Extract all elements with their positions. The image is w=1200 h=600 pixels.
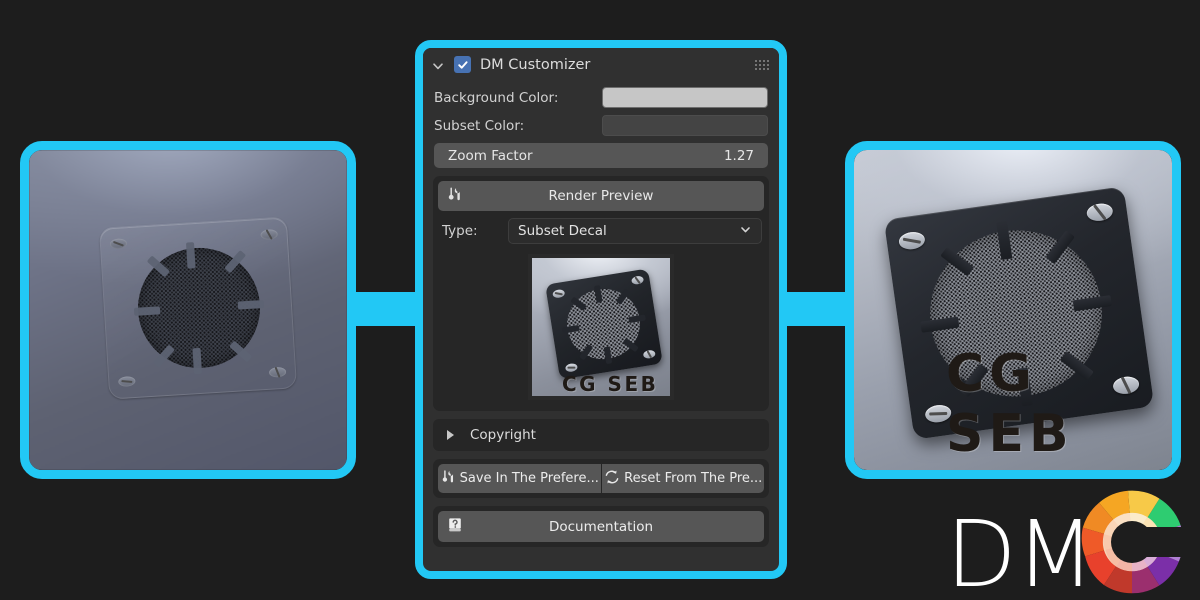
preview-thumbnail-wrap: CG SEB [438, 244, 764, 406]
copyright-section-header[interactable]: Copyright [433, 419, 769, 451]
right-preview-caption: CG SEB [946, 344, 1172, 464]
enable-checkbox[interactable] [454, 56, 471, 73]
type-dropdown[interactable]: Subset Decal [508, 218, 762, 244]
left-preview-panel[interactable] [20, 141, 356, 479]
documentation-box: Documentation [433, 506, 769, 547]
left-decal-plate [99, 216, 297, 399]
type-dropdown-value: Subset Decal [518, 223, 607, 239]
chevron-down-icon [739, 223, 752, 240]
background-color-swatch[interactable] [602, 87, 768, 108]
page-title: DM Customizer [480, 57, 746, 73]
subset-color-swatch[interactable] [602, 115, 768, 136]
color-wheel-c-icon [1078, 488, 1186, 596]
zoom-factor-label: Zoom Factor [448, 148, 533, 164]
reset-from-preferences-button[interactable]: Reset From The Pre... [602, 464, 765, 493]
preview-thumbnail[interactable]: CG SEB [528, 254, 674, 400]
documentation-label: Documentation [438, 519, 764, 535]
zoom-factor-slider[interactable]: Zoom Factor 1.27 [434, 143, 768, 168]
screenshot-root: CG SEB DM Customizer [0, 0, 1200, 600]
connector-left [347, 292, 423, 326]
zoom-factor-value: 1.27 [724, 148, 754, 164]
color-wheel-gap [1128, 527, 1188, 557]
right-preview-image: CG SEB [854, 150, 1172, 470]
reset-from-preferences-label: Reset From The Pre... [624, 471, 762, 486]
screwdriver-wrench-icon [440, 468, 457, 489]
thumbnail-decal-plate [545, 268, 663, 379]
right-preview-panel[interactable]: CG SEB [845, 141, 1181, 479]
copyright-label: Copyright [470, 427, 536, 443]
type-label: Type: [442, 223, 498, 239]
render-preview-label: Render Preview [438, 188, 764, 204]
triangle-right-icon [447, 430, 454, 440]
render-preview-box: Render Preview Type: Subset Decal [433, 176, 769, 411]
render-preview-header[interactable]: Render Preview [438, 181, 764, 211]
connector-right [777, 292, 853, 326]
left-preview-image [29, 150, 347, 470]
save-in-preferences-button[interactable]: Save In The Prefere... [438, 464, 601, 493]
chevron-down-icon[interactable] [431, 58, 445, 72]
background-color-label: Background Color: [434, 90, 558, 106]
dmc-logo-letters: DM [946, 513, 1094, 598]
dmc-logo: DM [946, 488, 1186, 598]
save-in-preferences-label: Save In The Prefere... [460, 471, 599, 486]
panel-header[interactable]: DM Customizer [423, 48, 779, 81]
dm-customizer-panel: DM Customizer Background Color: Subset C… [415, 40, 787, 579]
background-color-row: Background Color: [423, 87, 779, 108]
subset-color-label: Subset Color: [434, 118, 524, 134]
type-row: Type: Subset Decal [442, 218, 762, 244]
prefs-button-group: Save In The Prefere... Reset From The Pr… [433, 459, 769, 498]
refresh-loop-icon [603, 468, 621, 490]
thumbnail-caption: CG SEB [562, 372, 658, 396]
documentation-button[interactable]: Documentation [438, 511, 764, 542]
subset-color-row: Subset Color: [423, 115, 779, 136]
grip-dots-icon[interactable] [755, 60, 769, 70]
